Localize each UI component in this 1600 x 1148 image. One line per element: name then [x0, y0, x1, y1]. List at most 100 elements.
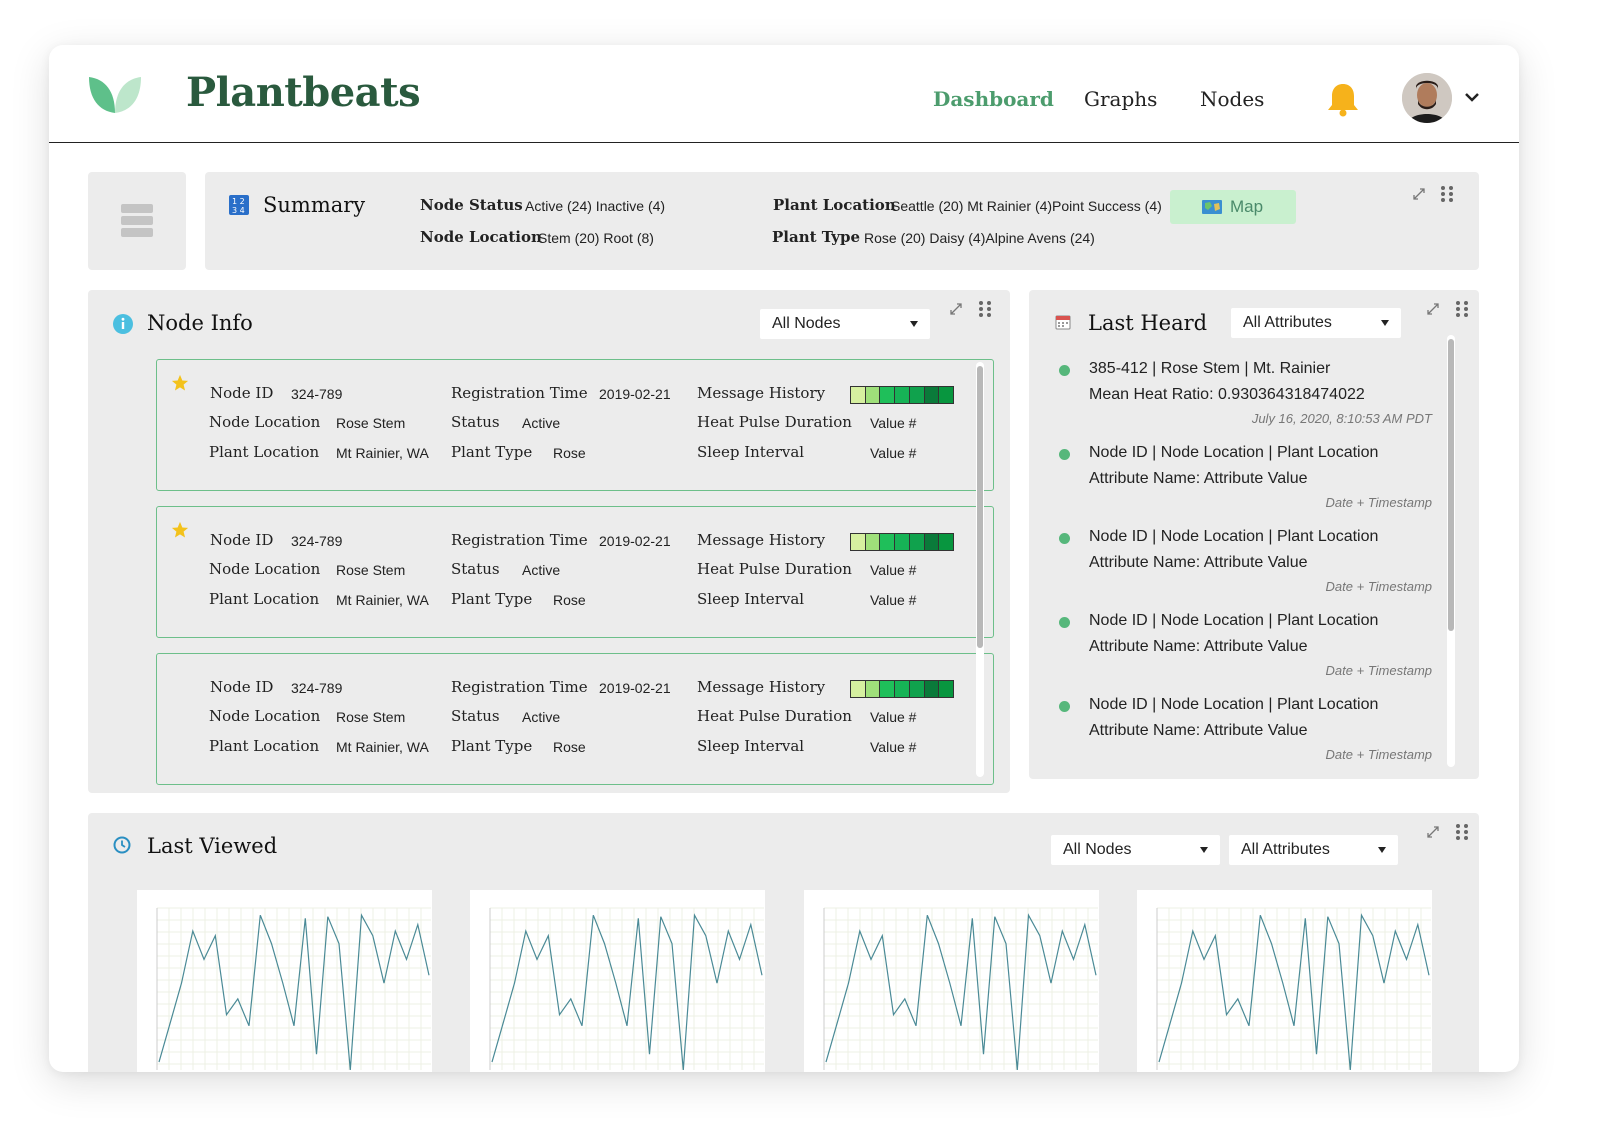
brand-name[interactable]: Plantbeats — [186, 69, 421, 116]
sleep-interval-value: Value # — [870, 739, 917, 755]
message-history-cell — [939, 681, 954, 697]
registration-time-value: 2019-02-21 — [599, 680, 671, 696]
notification-bell-icon[interactable] — [1326, 81, 1360, 117]
line-chart — [1156, 907, 1431, 1071]
plant-location-value: Mt Rainier, WA — [336, 445, 429, 461]
node-location-value: Rose Stem — [336, 562, 406, 578]
chevron-down-icon[interactable] — [1464, 91, 1480, 103]
drag-handle-icon[interactable] — [1441, 186, 1453, 202]
plant-location-value: Mt Rainier, WA — [336, 592, 429, 608]
registration-time-label: Registration Time — [451, 531, 588, 549]
status-dot — [1059, 365, 1070, 376]
map-button[interactable]: Map — [1170, 190, 1296, 224]
last-heard-line2: Attribute Name: Attribute Value — [1089, 554, 1308, 571]
last-heard-date: Date + Timestamp — [1325, 495, 1432, 510]
user-avatar[interactable] — [1402, 73, 1452, 123]
registration-time-label: Registration Time — [451, 678, 588, 696]
status-value: Active — [522, 415, 561, 431]
message-history-cell — [909, 387, 925, 403]
top-header: Plantbeats Dashboard Graphs Nodes — [49, 45, 1519, 143]
map-icon — [1202, 200, 1222, 214]
message-history-cell — [865, 387, 881, 403]
drag-handle-icon[interactable] — [1456, 824, 1468, 840]
attribute-filter-dropdown[interactable]: All Attributes — [1229, 835, 1398, 865]
node-location-label: Node Location — [420, 228, 542, 246]
star-icon[interactable] — [171, 374, 189, 392]
mini-chart[interactable] — [470, 890, 765, 1072]
message-history-cell — [895, 387, 910, 403]
message-history-label: Message History — [697, 678, 826, 696]
message-history-cell — [851, 681, 866, 697]
last-heard-date: July 16, 2020, 8:10:53 AM PDT — [1251, 411, 1432, 426]
plant-location-label: Plant Location — [209, 737, 320, 755]
last-heard-date: Date + Timestamp — [1325, 747, 1432, 762]
message-history-cell — [851, 534, 866, 550]
attribute-filter-dropdown[interactable]: All Attributes — [1231, 308, 1401, 338]
sleep-interval-label: Sleep Interval — [697, 590, 805, 608]
drag-handle-icon[interactable] — [1456, 301, 1468, 317]
star-icon[interactable] — [171, 521, 189, 539]
heat-pulse-value: Value # — [870, 415, 917, 431]
node-info-title: Node Info — [147, 311, 253, 335]
node-info-scrollbar[interactable] — [976, 362, 984, 777]
drag-handle-icon[interactable] — [979, 301, 991, 317]
plant-type-value: Rose — [553, 739, 586, 755]
message-history-bar[interactable] — [850, 680, 954, 698]
node-location-value: Rose Stem — [336, 415, 406, 431]
node-card[interactable]: Node ID 324-789 Node Location Rose Stem … — [156, 506, 994, 638]
message-history-cell — [895, 534, 910, 550]
node-filter-dropdown[interactable]: All Nodes — [760, 309, 930, 339]
leaf-logo-icon — [89, 77, 141, 113]
message-history-bar[interactable] — [850, 533, 954, 551]
dropdown-caret-icon — [1381, 320, 1389, 326]
sleep-interval-value: Value # — [870, 445, 917, 461]
plant-location-label: Plant Location — [209, 443, 320, 461]
node-filter-value: All Nodes — [1063, 841, 1132, 858]
message-history-label: Message History — [697, 531, 826, 549]
node-card[interactable]: Node ID 324-789 Node Location Rose Stem … — [156, 359, 994, 491]
attribute-filter-value: All Attributes — [1243, 314, 1332, 331]
message-history-cell — [924, 534, 940, 550]
expand-icon[interactable] — [1426, 302, 1440, 316]
node-card[interactable]: Node ID 324-789 Node Location Rose Stem … — [156, 653, 994, 785]
node-status-value: Active (24) Inactive (4) — [525, 198, 666, 214]
clock-icon — [113, 836, 131, 854]
dropdown-caret-icon — [910, 321, 918, 327]
node-id-value: 324-789 — [291, 533, 343, 549]
message-history-cell — [909, 681, 925, 697]
mini-chart[interactable] — [1137, 890, 1432, 1072]
dropdown-caret-icon — [1200, 847, 1208, 853]
nav-nodes[interactable]: Nodes — [1200, 87, 1264, 111]
nav-dashboard[interactable]: Dashboard — [933, 87, 1054, 111]
node-filter-dropdown[interactable]: All Nodes — [1051, 835, 1220, 865]
scrollbar-thumb[interactable] — [977, 366, 983, 648]
node-id-value: 324-789 — [291, 386, 343, 402]
status-dot — [1059, 449, 1070, 460]
sidebar-toggle[interactable] — [88, 172, 186, 270]
status-dot — [1059, 533, 1070, 544]
plant-type-value: Rose (20) Daisy (4)Alpine Avens (24) — [864, 230, 1095, 246]
status-label: Status — [451, 560, 500, 578]
message-history-cell — [924, 387, 940, 403]
last-heard-line2: Mean Heat Ratio: 0.930364318474022 — [1089, 386, 1365, 403]
last-heard-line1: 385-412 | Rose Stem | Mt. Rainier — [1089, 360, 1331, 377]
series-line — [1158, 913, 1430, 1071]
expand-icon[interactable] — [949, 302, 963, 316]
nav-graphs[interactable]: Graphs — [1084, 87, 1157, 111]
last-heard-line2: Attribute Name: Attribute Value — [1089, 470, 1308, 487]
mini-chart[interactable] — [804, 890, 1099, 1072]
expand-icon[interactable] — [1412, 187, 1426, 201]
message-history-bar[interactable] — [850, 386, 954, 404]
scrollbar-thumb[interactable] — [1448, 339, 1454, 631]
plant-type-label: Plant Type — [451, 737, 533, 755]
plant-location-value: Seattle (20) Mt Rainier (4)Point Success… — [891, 198, 1162, 214]
last-heard-scrollbar[interactable] — [1447, 335, 1455, 767]
node-id-label: Node ID — [210, 531, 274, 549]
expand-icon[interactable] — [1426, 825, 1440, 839]
registration-time-label: Registration Time — [451, 384, 588, 402]
last-heard-line2: Attribute Name: Attribute Value — [1089, 722, 1308, 739]
heat-pulse-label: Heat Pulse Duration — [697, 413, 852, 431]
mini-chart[interactable] — [137, 890, 432, 1072]
last-heard-line2: Attribute Name: Attribute Value — [1089, 638, 1308, 655]
registration-time-value: 2019-02-21 — [599, 533, 671, 549]
